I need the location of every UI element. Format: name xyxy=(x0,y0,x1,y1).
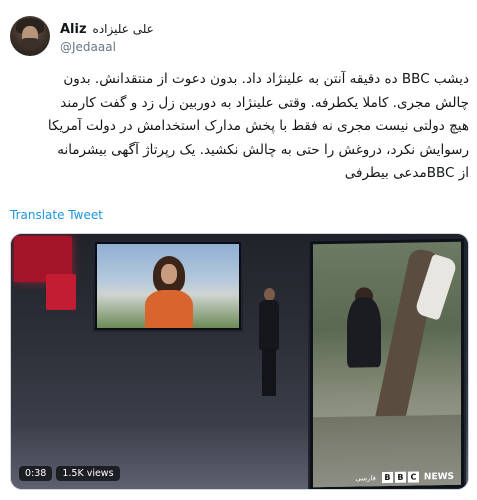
bbc-block: C xyxy=(407,471,419,483)
bbc-block: B xyxy=(394,471,406,483)
video-player[interactable]: فارسی B B C NEWS 0:38 1.5K views xyxy=(10,233,469,490)
tweet-line: دیشب BBC ده دقیقه آنتن به علینژاد داد. ب… xyxy=(63,71,469,87)
guest-face xyxy=(161,264,177,284)
studio-screen-right: فارسی B B C NEWS xyxy=(308,236,466,489)
tweet-text: دیشب BBC ده دقیقه آنتن به علینژاد داد. ب… xyxy=(10,68,469,186)
tweet-card: Aliz علی علیزاده @Jedaaal دیشب BBC ده دق… xyxy=(0,0,477,500)
tweet-line: از BBCمدعی بیطرفی xyxy=(344,165,469,181)
tweet-line: رسوایش نکرد، دروغش را حتی به چالش نکشید.… xyxy=(57,141,469,158)
video-frame: فارسی B B C NEWS xyxy=(11,234,468,489)
presenter-torso xyxy=(259,300,279,350)
protest-scene xyxy=(313,241,461,488)
studio-logo-panel xyxy=(46,274,76,310)
author-name-fa[interactable]: علی علیزاده xyxy=(93,22,154,36)
presenter-legs xyxy=(262,348,276,396)
avatar-beard xyxy=(21,38,39,50)
author-name[interactable]: Aliz xyxy=(60,22,87,37)
presenter-figure xyxy=(258,288,280,398)
translate-tweet-link[interactable]: Translate Tweet xyxy=(10,208,103,222)
author-name-row[interactable]: Aliz علی علیزاده xyxy=(60,20,154,38)
standing-woman xyxy=(347,297,381,368)
video-info-overlay: 0:38 1.5K views xyxy=(19,466,120,481)
video-views: 1.5K views xyxy=(56,466,120,481)
bbc-news-label: NEWS xyxy=(423,471,454,482)
bbc-news-logo: فارسی B B C NEWS xyxy=(355,471,454,484)
guest-body xyxy=(145,290,193,328)
bbc-lang-label: فارسی xyxy=(355,473,376,483)
tweet-line: هیچ دولتی نیست مجری نه فقط با پخش مدارک … xyxy=(47,118,469,134)
studio-screen-left xyxy=(93,240,243,332)
avatar[interactable] xyxy=(10,16,50,56)
bbc-block: B xyxy=(381,471,393,484)
video-duration: 0:38 xyxy=(19,466,53,481)
author-handle[interactable]: @Jedaaal xyxy=(60,40,116,54)
tweet-line: چالش مجری. کاملا یکطرفه. وقتی علینژاد به… xyxy=(60,94,469,111)
